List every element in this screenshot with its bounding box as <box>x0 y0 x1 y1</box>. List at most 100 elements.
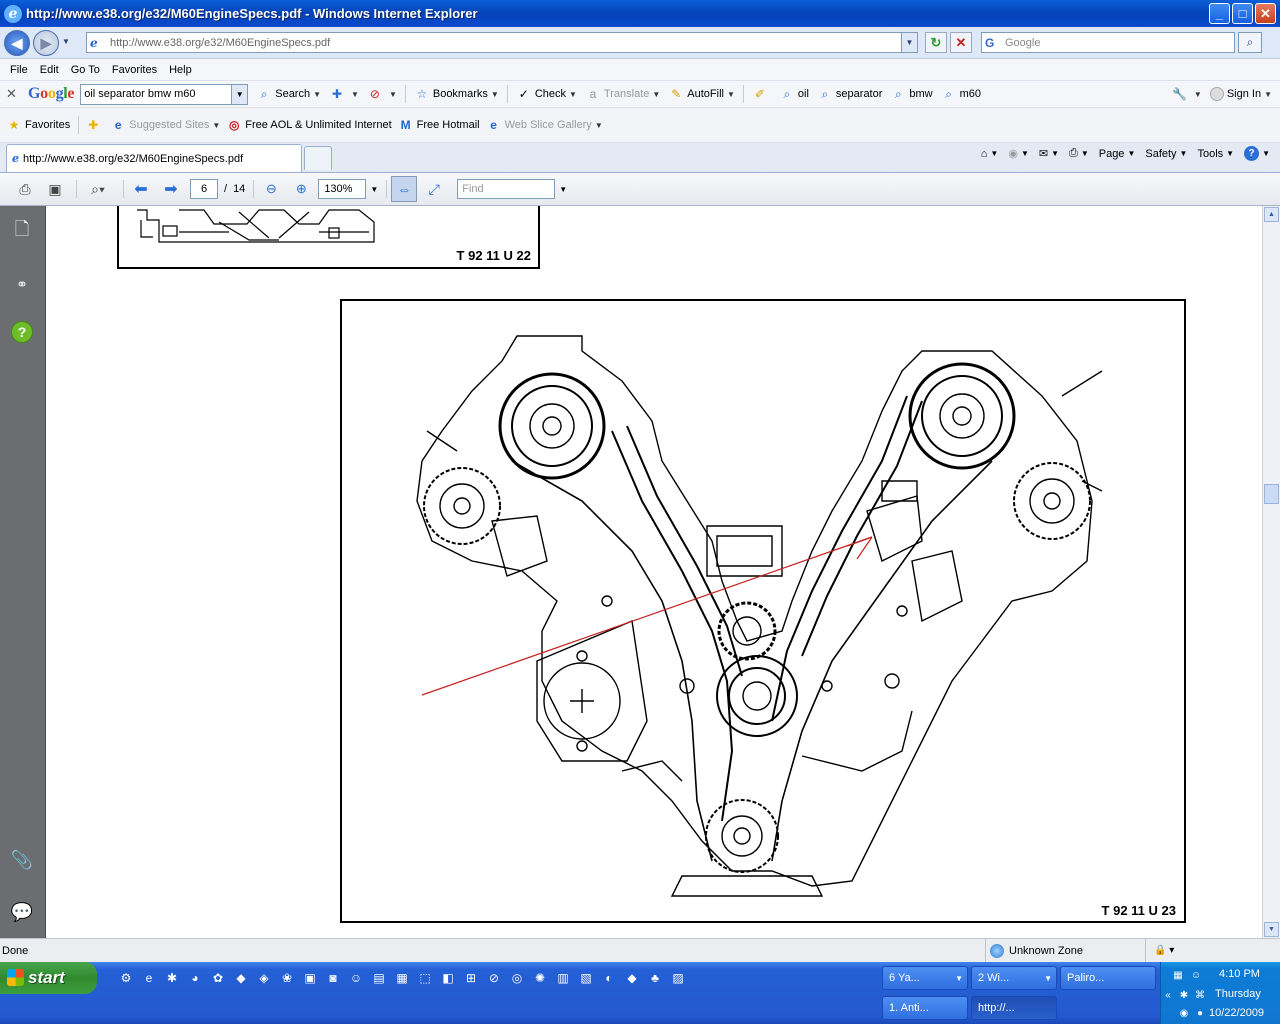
safety-menu[interactable]: Safety ▼ <box>1145 148 1187 160</box>
google-search-field[interactable]: oil separator bmw m60 ▼ <box>80 83 249 105</box>
google-toolbar-item[interactable]: ⊘ ▼ <box>367 86 397 102</box>
dropdown-arrow-icon[interactable]: ▼ <box>313 90 321 99</box>
quick-launch-app-icon[interactable]: ▧ <box>576 968 596 988</box>
taskbar-button-ie[interactable]: http://... <box>971 996 1057 1020</box>
print-icon[interactable]: ⎙ <box>12 176 38 202</box>
new-tab-button[interactable] <box>304 146 332 170</box>
stop-button[interactable]: ✕ <box>950 32 972 53</box>
google-toolbar-item[interactable]: ✎ AutoFill ▼ <box>668 86 735 102</box>
close-toolbar-icon[interactable]: ✕ <box>6 86 20 102</box>
quick-launch-app-icon[interactable]: ◧ <box>438 968 458 988</box>
comments-icon[interactable]: 💬 <box>10 900 34 924</box>
mail-button[interactable]: ✉ ▼ <box>1039 147 1059 160</box>
maximize-button[interactable]: □ <box>1232 3 1253 24</box>
favorites-link[interactable]: ◎ Free AOL & Unlimited Internet <box>226 117 392 133</box>
tools-menu[interactable]: Tools ▼ <box>1197 148 1234 160</box>
quick-launch-app-icon[interactable]: ⬚ <box>415 968 435 988</box>
print-button[interactable]: ⎙ ▼ <box>1069 147 1089 160</box>
next-page-icon[interactable]: ➡ <box>158 176 184 202</box>
zoom-input[interactable]: 130% <box>318 179 367 199</box>
forward-button[interactable]: ▶ <box>33 30 59 56</box>
quick-launch-app-icon[interactable]: ✿ <box>208 968 228 988</box>
address-bar[interactable]: e http://www.e38.org/e32/M60EngineSpecs.… <box>86 32 918 53</box>
quick-launch-app-icon[interactable]: ⊘ <box>484 968 504 988</box>
find-dropdown-icon[interactable]: ▼ <box>559 185 567 194</box>
quick-launch-app-icon[interactable]: ▦ <box>392 968 412 988</box>
menu-file[interactable]: File <box>4 64 34 76</box>
close-button[interactable]: ✕ <box>1255 3 1276 24</box>
quick-launch-app-icon[interactable]: ◆ <box>231 968 251 988</box>
home-button[interactable]: ⌂ ▼ <box>981 148 999 160</box>
protected-mode-icon[interactable]: 🔒 ▾ <box>1145 939 1174 962</box>
start-button[interactable]: start <box>0 962 97 994</box>
clock-time[interactable]: 4:10 PM <box>1219 968 1260 980</box>
quick-launch-app-icon[interactable]: ☺ <box>346 968 366 988</box>
pages-icon[interactable]: 🗋 <box>10 219 34 244</box>
dropdown-arrow-icon[interactable]: ▼ <box>652 90 660 99</box>
address-dropdown-icon[interactable]: ▼ <box>901 33 917 52</box>
quick-launch-app-icon[interactable]: ♣ <box>645 968 665 988</box>
back-button[interactable]: ◀ <box>4 30 30 56</box>
google-query-dropdown-icon[interactable]: ▼ <box>231 84 248 104</box>
vertical-scrollbar[interactable]: ▲ ▼ <box>1262 206 1280 938</box>
taskbar-button-yahoo[interactable]: 6 Ya... ▼ <box>882 966 968 990</box>
quick-launch-app-icon[interactable]: ▨ <box>668 968 688 988</box>
ie-quick-icon[interactable]: e <box>139 968 159 988</box>
scroll-up-icon[interactable]: ▲ <box>1264 207 1279 222</box>
google-toolbar-item[interactable]: ✐ <box>752 86 771 102</box>
favorites-link[interactable]: e Suggested Sites ▼ <box>110 117 220 133</box>
dropdown-arrow-icon[interactable]: ▼ <box>569 90 577 99</box>
attachment-icon[interactable]: 📎 <box>10 848 34 872</box>
tray-messenger-icon[interactable]: ☺ <box>1189 968 1203 982</box>
taskbar-button-anti[interactable]: 1. Anti... <box>882 996 968 1020</box>
favorites-link[interactable]: M Free Hotmail <box>398 117 480 133</box>
quick-launch-app-icon[interactable]: ◈ <box>254 968 274 988</box>
save-icon[interactable]: ▣ <box>42 176 68 202</box>
previous-page-icon[interactable]: ⬅ <box>128 176 154 202</box>
zoom-in-icon[interactable]: ⊕ <box>288 176 314 202</box>
refresh-button[interactable]: ↻ <box>925 32 947 53</box>
quick-launch-app-icon[interactable]: ✺ <box>530 968 550 988</box>
fit-page-icon[interactable]: ⤢ <box>421 176 447 202</box>
google-toolbar-item[interactable]: ✚ ▼ <box>329 86 359 102</box>
google-toolbar-item[interactable]: ⌕ oil <box>779 86 809 102</box>
quick-launch-app-icon[interactable]: ◕ <box>185 968 205 988</box>
add-favorite-icon[interactable]: ✚ <box>85 117 104 133</box>
search-button[interactable]: ⌕ <box>1238 32 1262 53</box>
menu-favorites[interactable]: Favorites <box>106 64 163 76</box>
google-query[interactable]: oil separator bmw m60 <box>84 88 195 100</box>
address-url[interactable]: http://www.e38.org/e32/M60EngineSpecs.pd… <box>110 37 330 49</box>
quick-launch-app-icon[interactable]: ◆ <box>622 968 642 988</box>
google-toolbar-item[interactable]: ⌕ Search ▼ <box>256 86 321 102</box>
google-toolbar-item[interactable]: a Translate ▼ <box>585 86 661 102</box>
dropdown-arrow-icon[interactable]: ▼ <box>595 121 603 130</box>
zoom-dropdown-icon[interactable]: ▼ <box>370 185 378 194</box>
quick-launch-app-icon[interactable]: ✱ <box>162 968 182 988</box>
tray-app-icon[interactable]: ▦ <box>1171 968 1185 982</box>
binoculars-icon[interactable]: ⚭ <box>10 272 34 296</box>
quick-launch-app-icon[interactable]: ▣ <box>300 968 320 988</box>
dropdown-arrow-icon[interactable]: ▼ <box>212 121 220 130</box>
find-input[interactable]: Find <box>457 179 556 199</box>
taskbar-button-paliro[interactable]: Paliro... <box>1060 966 1156 990</box>
google-toolbar-item[interactable]: ✓ Check ▼ <box>516 86 577 102</box>
taskbar-button-windows[interactable]: 2 Wi... ▼ <box>971 966 1057 990</box>
dropdown-arrow-icon[interactable]: ▼ <box>727 90 735 99</box>
search-input[interactable]: G Google <box>981 32 1235 53</box>
quick-launch-app-icon[interactable]: ⚙ <box>116 968 136 988</box>
find-tool-icon[interactable]: ⌕▾ <box>81 176 115 202</box>
dropdown-arrow-icon[interactable]: ▼ <box>491 90 499 99</box>
tray-expand-icon[interactable]: « <box>1161 988 1175 1002</box>
quick-launch-app-icon[interactable]: ❀ <box>277 968 297 988</box>
favorites-link[interactable]: e Web Slice Gallery ▼ <box>486 117 603 133</box>
quick-launch-app-icon[interactable]: ▤ <box>369 968 389 988</box>
title-bar[interactable]: e http://www.e38.org/e32/M60EngineSpecs.… <box>0 0 1280 27</box>
quick-launch-app-icon[interactable]: ◐ <box>599 968 619 988</box>
scroll-down-icon[interactable]: ▼ <box>1264 922 1279 937</box>
google-toolbar-item[interactable]: ⌕ separator <box>817 86 883 102</box>
quick-launch-app-icon[interactable]: ◎ <box>507 968 527 988</box>
tray-network-icon[interactable]: ⌘ <box>1193 988 1207 1002</box>
fit-width-icon[interactable]: ⇔ <box>391 176 418 202</box>
page-menu[interactable]: Page ▼ <box>1099 148 1136 160</box>
minimize-button[interactable]: _ <box>1209 3 1230 24</box>
